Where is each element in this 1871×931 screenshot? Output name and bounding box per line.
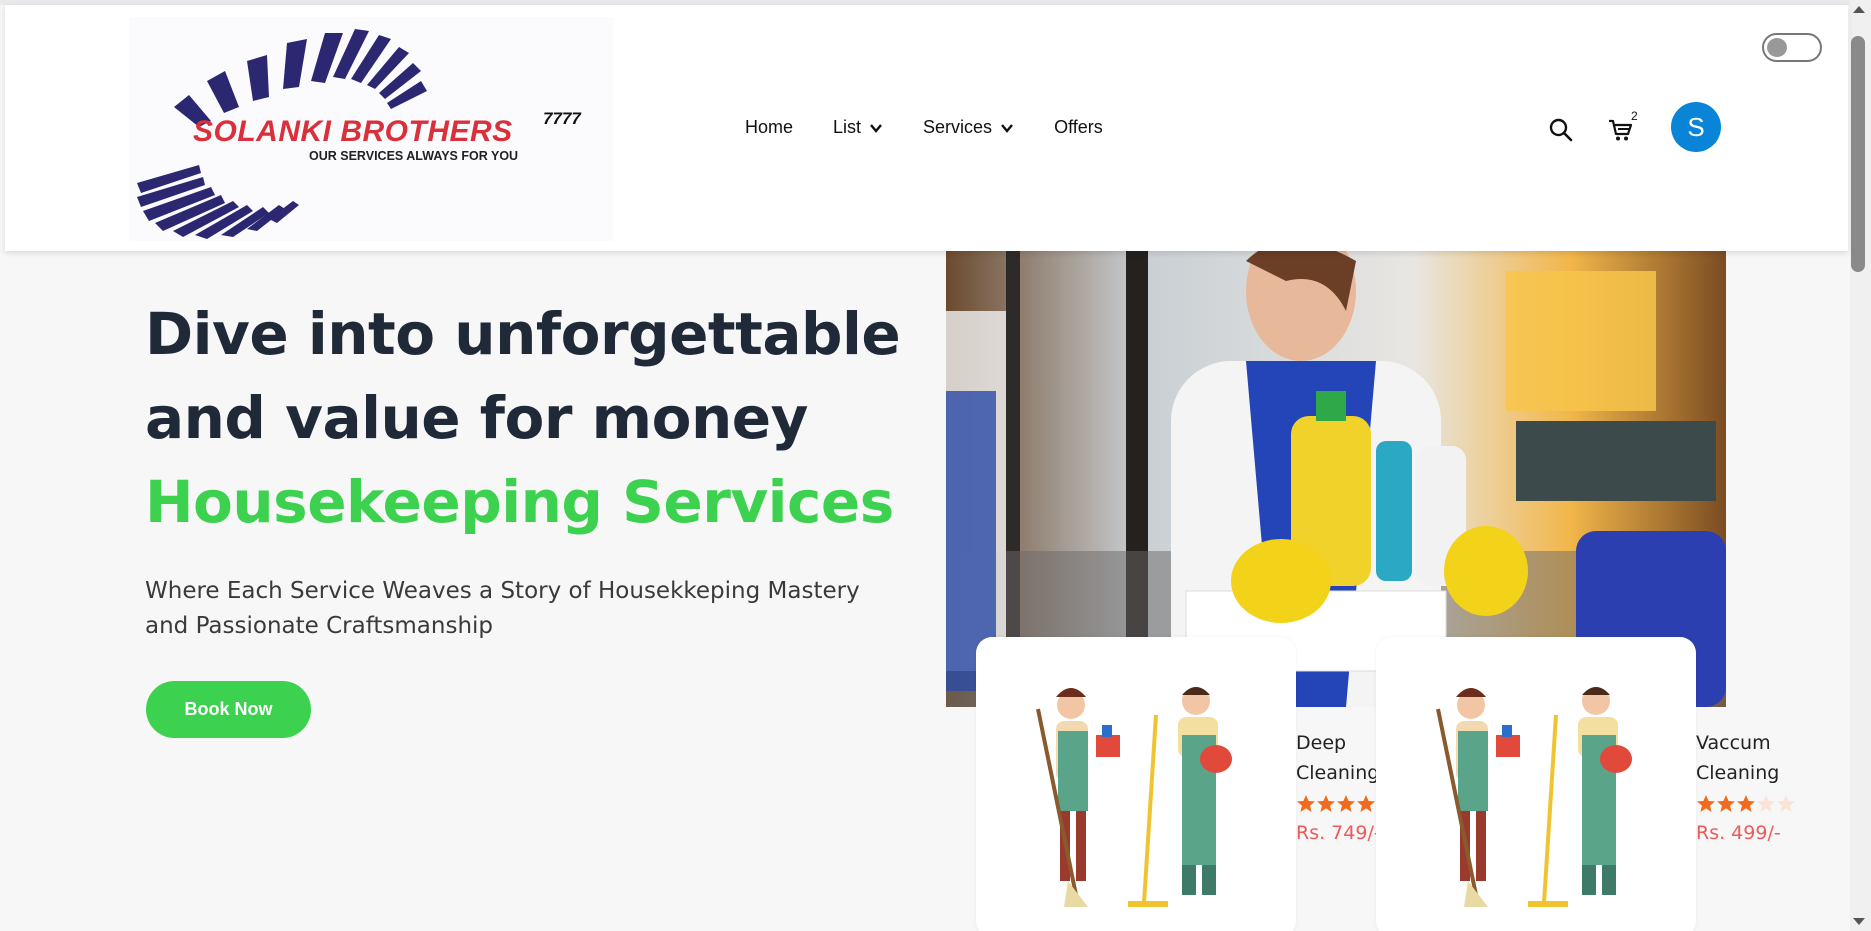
user-avatar[interactable]: S [1671, 102, 1721, 152]
nav-services[interactable]: Services [923, 117, 1014, 138]
site-logo[interactable]: SOLANKI BROTHERS 7777 OUR SERVICES ALWAY… [129, 17, 613, 241]
star-icon-empty [1777, 795, 1795, 812]
star-icon [1717, 795, 1735, 812]
hero-subtitle: Where Each Service Weaves a Story of Hou… [145, 578, 860, 639]
hero-title: Dive into unforgettable and value for mo… [145, 292, 945, 544]
service-name-line2: Cleaning [1696, 762, 1780, 784]
service-name-line1: Vaccum [1696, 732, 1771, 754]
nav-offers-label: Offers [1054, 117, 1103, 137]
scrollbar-thumb[interactable] [1851, 36, 1865, 272]
cleaners-illustration [1036, 687, 1232, 907]
book-now-button[interactable]: Book Now [146, 681, 311, 738]
nav-services-label: Services [923, 117, 993, 137]
star-icon-empty [1757, 795, 1775, 812]
search-icon[interactable] [1548, 117, 1574, 143]
chevron-down-icon [870, 123, 882, 133]
rating-stars [1696, 794, 1806, 814]
star-icon [1737, 795, 1755, 812]
hero-title-accent: Housekeeping Services [145, 468, 894, 536]
nav-offers[interactable]: Offers [1054, 117, 1103, 138]
star-icon [1337, 795, 1355, 812]
nav-home[interactable]: Home [745, 117, 793, 138]
star-icon [1317, 795, 1335, 812]
service-card-vaccum-cleaning[interactable] [1376, 637, 1696, 931]
nav-list-label: List [833, 117, 862, 137]
cart-count-badge: 2 [1631, 109, 1638, 123]
hero-title-line2: and value for money [145, 384, 808, 452]
nav-list[interactable]: List [833, 117, 883, 138]
main-nav: Home List Services Offers [745, 117, 1143, 138]
hero-title-line1: Dive into unforgettable [145, 300, 901, 368]
star-icon [1357, 795, 1375, 812]
theme-toggle[interactable] [1762, 33, 1822, 62]
logo-tagline: OUR SERVICES ALWAYS FOR YOU [309, 149, 519, 163]
service-card-deep-cleaning[interactable] [976, 637, 1296, 931]
scroll-up-arrow-icon[interactable] [1853, 6, 1865, 13]
service-price: Rs. 499/- [1696, 822, 1781, 844]
service-info-vaccum-cleaning: Vaccum Cleaning Rs. 499/- [1696, 728, 1806, 844]
logo-number: 7777 [543, 109, 581, 128]
star-icon [1297, 795, 1315, 812]
scroll-down-arrow-icon[interactable] [1853, 918, 1865, 925]
cleaners-illustration [1436, 687, 1632, 907]
star-icon [1697, 795, 1715, 812]
service-name: Vaccum Cleaning [1696, 728, 1806, 788]
site-header: SOLANKI BROTHERS 7777 OUR SERVICES ALWAY… [5, 5, 1848, 251]
chevron-down-icon [1001, 123, 1013, 133]
nav-home-label: Home [745, 117, 794, 137]
logo-brand-text: SOLANKI BROTHERS [193, 115, 513, 148]
theme-toggle-knob [1767, 38, 1787, 57]
